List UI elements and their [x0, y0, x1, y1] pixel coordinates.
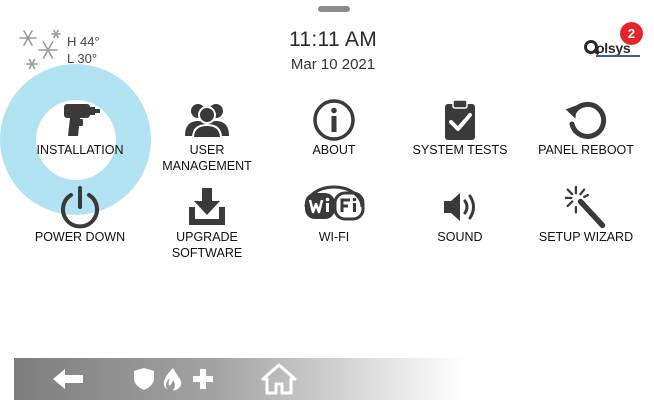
police-panic-button[interactable] — [132, 358, 156, 400]
panel-reboot-button[interactable]: PANEL REBOOT — [523, 98, 649, 158]
home-button[interactable] — [260, 358, 298, 400]
current-date: Mar 10 2021 — [290, 56, 376, 73]
speaker-icon — [444, 193, 475, 221]
bottom-nav-bar — [14, 358, 464, 400]
magic-wand-icon — [564, 185, 606, 229]
fire-icon — [163, 368, 182, 391]
setup-wizard-button[interactable]: SETUP WIZARD — [523, 185, 649, 245]
back-button[interactable] — [48, 358, 88, 400]
power-down-button[interactable]: POWER DOWN — [17, 185, 143, 245]
sound-label: SOUND — [437, 230, 483, 244]
about-button[interactable]: ABOUT — [271, 98, 397, 158]
upgrade-software-label-line1: UPGRADE — [176, 230, 238, 244]
installation-label: INSTALLATION — [36, 143, 124, 157]
wifi-button[interactable]: WI-FI — [271, 185, 397, 245]
setup-wizard-label: SETUP WIZARD — [538, 230, 634, 244]
medical-plus-icon — [193, 369, 213, 389]
fire-panic-button[interactable] — [161, 358, 185, 400]
back-arrow-icon — [53, 369, 83, 389]
brand-tagline-bar — [596, 55, 640, 57]
user-management-button[interactable]: USER MANAGEMENT — [144, 98, 270, 174]
home-icon — [261, 363, 297, 395]
current-time: 11:11 AM — [288, 28, 377, 51]
system-tests-label: SYSTEM TESTS — [412, 143, 508, 157]
clipboard-check-icon — [445, 99, 475, 140]
users-icon — [185, 104, 229, 139]
about-label: ABOUT — [312, 143, 356, 157]
upgrade-software-button[interactable]: UPGRADE SOFTWARE — [144, 185, 270, 261]
panel-reboot-label: PANEL REBOOT — [538, 143, 634, 157]
temp-high: H 44° — [67, 34, 100, 49]
download-icon — [189, 188, 225, 225]
clock: 11:11 AM Mar 10 2021 — [233, 28, 433, 73]
power-down-label: POWER DOWN — [34, 230, 126, 244]
wifi-label: WI-FI — [318, 230, 350, 244]
notification-badge[interactable]: 2 — [620, 22, 643, 45]
system-tests-button[interactable]: SYSTEM TESTS — [397, 98, 523, 158]
drill-icon — [64, 104, 100, 136]
sound-button[interactable]: SOUND — [397, 185, 523, 245]
power-icon — [61, 186, 99, 229]
wifi-logo-icon — [304, 185, 365, 221]
user-management-label: USER MANAGEMENT — [162, 143, 252, 173]
shield-icon — [134, 368, 154, 390]
info-icon — [313, 99, 355, 141]
upgrade-software-label-line2: SOFTWARE — [171, 246, 243, 260]
reboot-icon — [565, 101, 607, 139]
pull-down-handle[interactable] — [318, 6, 350, 12]
installation-button[interactable]: INSTALLATION — [17, 98, 143, 158]
medical-panic-button[interactable] — [190, 358, 216, 400]
